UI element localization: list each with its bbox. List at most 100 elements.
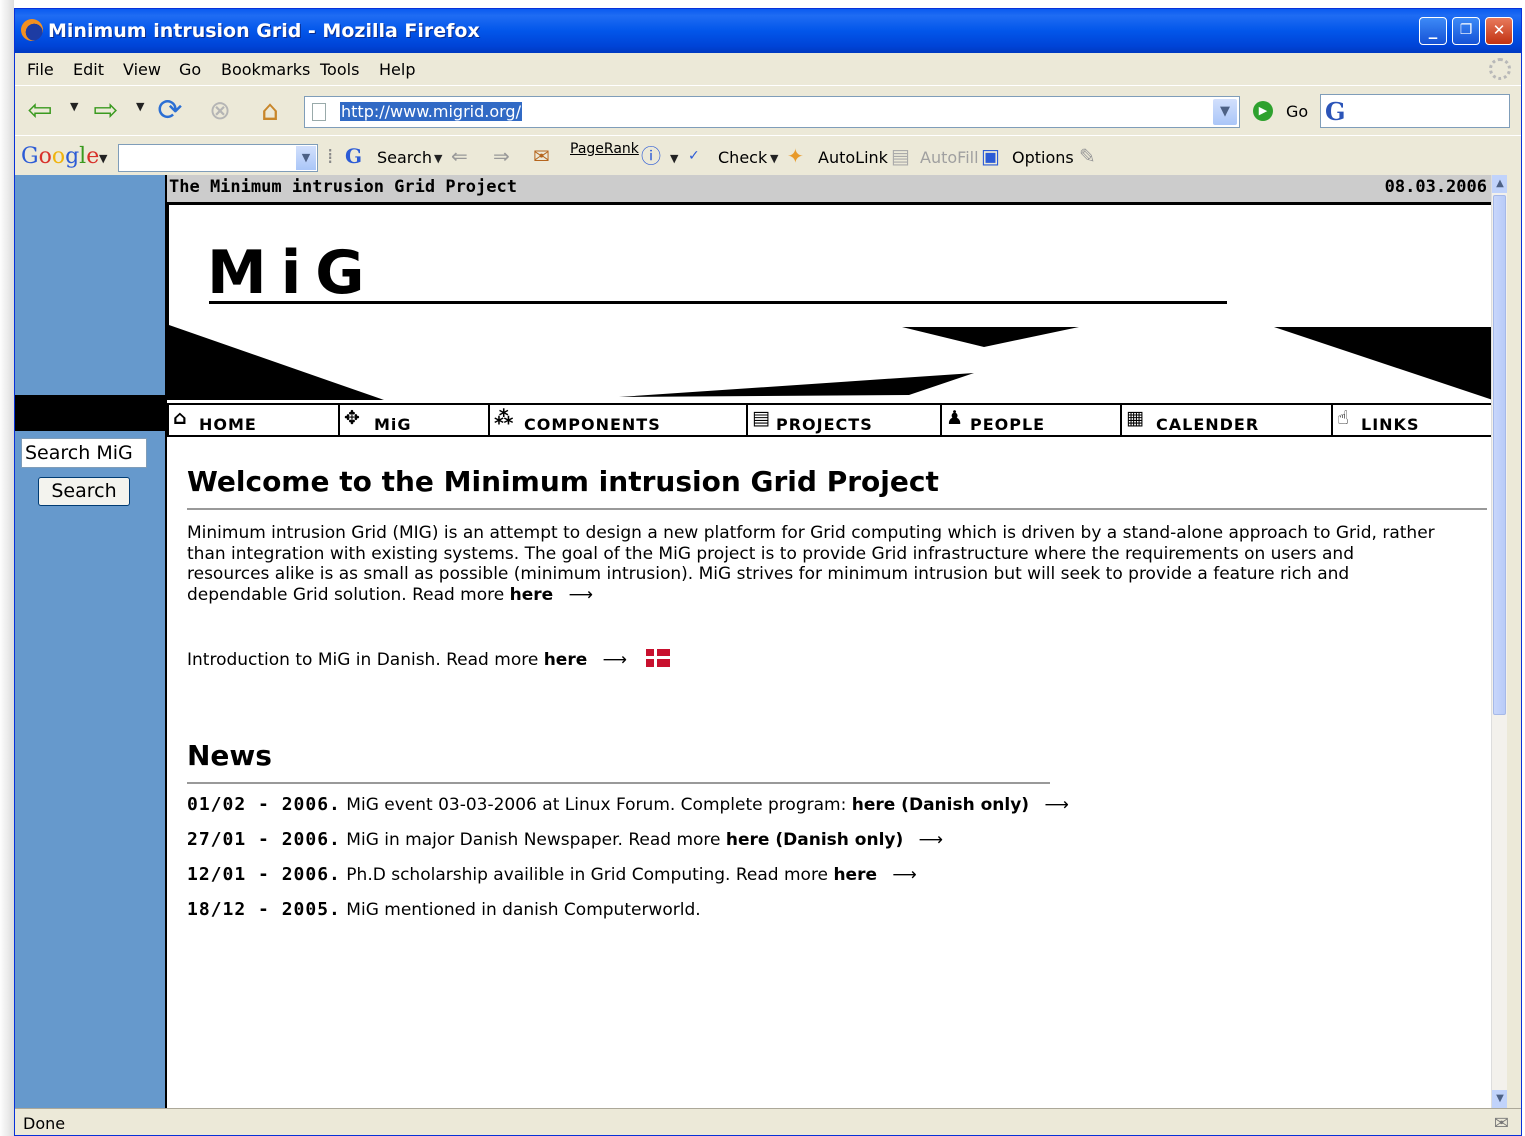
- status-text: Done: [23, 1114, 66, 1133]
- autolink-button[interactable]: AutoLink: [818, 148, 888, 167]
- throbber-icon: [1489, 58, 1511, 80]
- popup-blocker-icon[interactable]: ✉: [533, 145, 550, 167]
- options-button[interactable]: Options: [1012, 148, 1074, 167]
- vertical-scrollbar[interactable]: ▲ ▼: [1491, 175, 1507, 1108]
- nav-tab-label: CALENDER: [1156, 415, 1260, 434]
- banner-shape-right: [1274, 327, 1491, 400]
- google-menu-dropdown-icon[interactable]: ▼: [99, 152, 107, 165]
- nav-tab-people[interactable]: ♟ PEOPLE: [940, 405, 1120, 435]
- status-bar: Done ✉: [15, 1108, 1521, 1135]
- menu-help[interactable]: Help: [379, 60, 415, 79]
- back-arrow-icon[interactable]: ⇦: [23, 94, 57, 128]
- search-button[interactable]: Search: [38, 477, 130, 506]
- mail-icon[interactable]: ✉: [1494, 1113, 1509, 1134]
- url-text[interactable]: http://www.migrid.org/: [340, 102, 522, 121]
- news-list: 01/02 - 2006. MiG event 03-03-2006 at Li…: [187, 794, 1069, 934]
- go-icon[interactable]: ▶: [1253, 101, 1273, 121]
- nav-tab-label: PROJECTS: [776, 415, 873, 434]
- url-dropdown-icon[interactable]: ▼: [1213, 99, 1237, 125]
- scroll-up-icon[interactable]: ▲: [1492, 175, 1507, 193]
- menu-tools[interactable]: Tools: [320, 60, 359, 79]
- title-bar: Minimum intrusion Grid - Mozilla Firefox…: [15, 9, 1521, 53]
- search-input[interactable]: Search MiG: [21, 438, 147, 468]
- nav-tab-calender[interactable]: ▦ CALENDER: [1120, 405, 1331, 435]
- previous-icon[interactable]: ⇐: [451, 145, 468, 167]
- menu-bar: File Edit View Go Bookmarks Tools Help: [15, 53, 1521, 85]
- google-search-button[interactable]: Search: [377, 148, 432, 167]
- nav-tab-label: PEOPLE: [970, 415, 1046, 434]
- arrow-right-icon: ⟶: [568, 584, 593, 605]
- autofill-button[interactable]: AutoFill: [920, 148, 979, 167]
- news-item: 27/01 - 2006. MiG in major Danish Newspa…: [187, 829, 1069, 864]
- next-icon[interactable]: ⇒: [493, 145, 510, 167]
- people-icon: ♟: [946, 407, 964, 429]
- navigation-toolbar: ⇦ ▼ ⇨ ▼ ⟳ ⊗ ⌂ http://www.migrid.org/ ▼ ▶…: [15, 85, 1521, 136]
- news-text: Ph.D scholarship availible in Grid Compu…: [346, 865, 829, 885]
- close-button[interactable]: ✕: [1485, 17, 1513, 45]
- highlighter-icon[interactable]: ✎: [1079, 145, 1096, 167]
- back-dropdown-icon[interactable]: ▼: [70, 100, 78, 113]
- check-button[interactable]: Check: [718, 148, 767, 167]
- google-combo-dropdown-icon[interactable]: ▼: [296, 146, 316, 170]
- banner-graphic: [169, 325, 1491, 400]
- menu-file[interactable]: File: [27, 60, 54, 79]
- menu-view[interactable]: View: [123, 60, 161, 79]
- reload-icon[interactable]: ⟳: [153, 94, 187, 128]
- menu-go[interactable]: Go: [179, 60, 201, 79]
- pagerank-label[interactable]: PageRank: [570, 141, 639, 157]
- grid-icon: ✥: [344, 407, 360, 429]
- arrow-right-icon: ⟶: [892, 865, 917, 885]
- scroll-down-icon[interactable]: ▼: [1492, 1090, 1507, 1108]
- nav-tab-label: COMPONENTS: [524, 415, 661, 434]
- pagerank-dropdown-icon[interactable]: ▼: [670, 152, 678, 165]
- news-link[interactable]: here (Danish only): [852, 795, 1029, 815]
- news-heading: News: [187, 739, 272, 772]
- go-button[interactable]: Go: [1286, 102, 1308, 121]
- forward-arrow-icon[interactable]: ⇨: [89, 94, 123, 128]
- minimize-button[interactable]: _: [1419, 17, 1447, 45]
- news-link[interactable]: here: [833, 865, 877, 885]
- nav-tab-mig[interactable]: ✥ MiG: [338, 405, 488, 435]
- main-nav: ⌂ HOME ✥ MiG ⁂ COMPONENTS ▤ PROJECTS ♟ P…: [167, 403, 1491, 437]
- nav-tab-label: MiG: [374, 415, 412, 434]
- home-icon[interactable]: ⌂: [253, 94, 287, 128]
- intro-paragraph: Minimum intrusion Grid (MIG) is an attem…: [187, 523, 1437, 605]
- google-search-combo[interactable]: ▼: [118, 144, 318, 172]
- nav-tab-home[interactable]: ⌂ HOME: [167, 405, 338, 435]
- window-title: Minimum intrusion Grid - Mozilla Firefox: [48, 20, 480, 42]
- danish-read-more-link[interactable]: here: [544, 650, 588, 670]
- url-bar[interactable]: http://www.migrid.org/ ▼: [304, 96, 1240, 128]
- news-text: MiG event 03-03-2006 at Linux Forum. Com…: [346, 795, 847, 815]
- menu-edit[interactable]: Edit: [73, 60, 104, 79]
- news-link[interactable]: here (Danish only): [726, 830, 903, 850]
- search-dropdown-icon[interactable]: ▼: [434, 152, 442, 165]
- banner-shape-left: [169, 325, 384, 400]
- nav-tab-projects[interactable]: ▤ PROJECTS: [746, 405, 940, 435]
- restore-button[interactable]: ❐: [1452, 17, 1480, 45]
- check-dropdown-icon[interactable]: ▼: [770, 152, 778, 165]
- nav-tab-components[interactable]: ⁂ COMPONENTS: [488, 405, 746, 435]
- intro-text: Minimum intrusion Grid (MIG) is an attem…: [187, 523, 1435, 605]
- home-icon: ⌂: [173, 407, 187, 429]
- news-item: 01/02 - 2006. MiG event 03-03-2006 at Li…: [187, 794, 1069, 829]
- stop-icon[interactable]: ⊗: [203, 94, 237, 128]
- news-date: 12/01 - 2006.: [187, 864, 341, 885]
- news-date: 27/01 - 2006.: [187, 829, 341, 850]
- news-item: 18/12 - 2005. MiG mentioned in danish Co…: [187, 899, 1069, 934]
- intro-read-more-link[interactable]: here: [510, 585, 554, 605]
- resize-grip-icon[interactable]: ⁞: [327, 145, 333, 167]
- menu-bookmarks[interactable]: Bookmarks: [221, 60, 310, 79]
- news-item: 12/01 - 2006. Ph.D scholarship availible…: [187, 864, 1069, 899]
- news-date: 18/12 - 2005.: [187, 899, 341, 920]
- google-logo[interactable]: Google: [21, 144, 99, 169]
- nav-tab-links[interactable]: ☝ LINKS: [1331, 405, 1491, 435]
- options-icon: ▣: [981, 144, 1000, 168]
- news-text: MiG in major Danish Newspaper. Read more: [346, 830, 721, 850]
- projects-icon: ▤: [752, 407, 770, 429]
- scroll-thumb[interactable]: [1493, 195, 1506, 715]
- forward-dropdown-icon[interactable]: ▼: [136, 100, 144, 113]
- news-rule: [187, 782, 1050, 784]
- info-icon[interactable]: ⓘ: [641, 145, 661, 167]
- page-icon: [312, 103, 326, 121]
- search-engine-box[interactable]: G: [1320, 94, 1510, 128]
